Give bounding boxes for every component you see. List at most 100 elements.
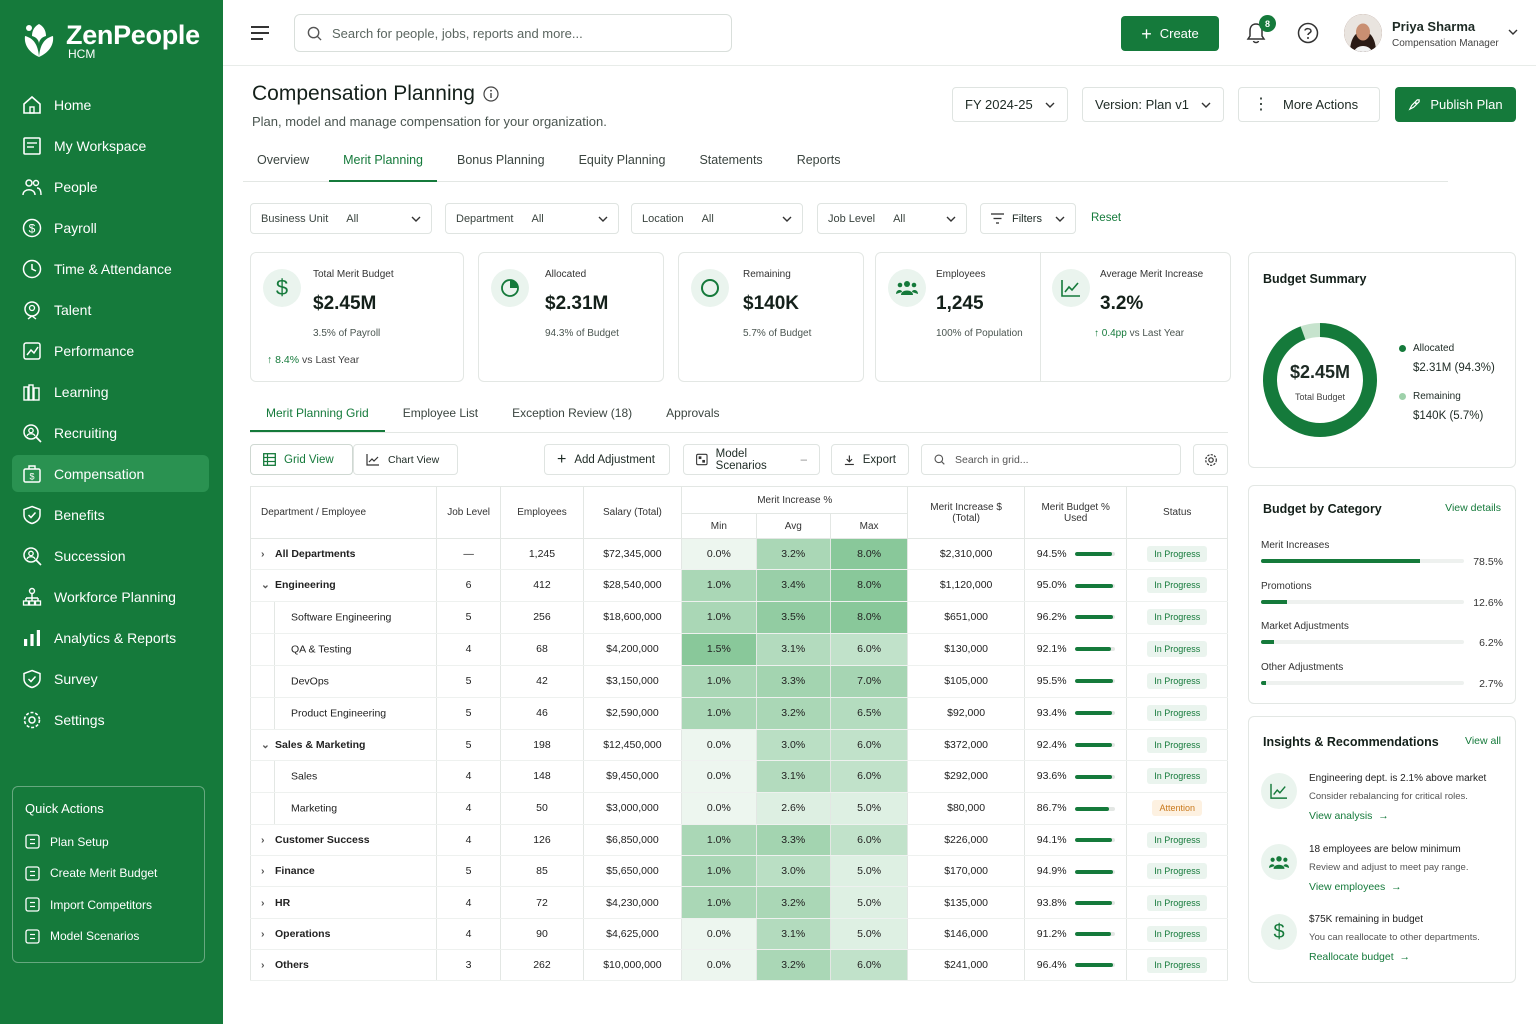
- sidebar-item-survey[interactable]: Survey: [12, 660, 209, 697]
- sidebar-item-succession[interactable]: Succession: [12, 537, 209, 574]
- insight-link[interactable]: View employees →: [1309, 881, 1402, 893]
- grid-search[interactable]: [921, 444, 1181, 475]
- table-row[interactable]: Product Engineering 5 46 $2,590,000 1.0% 3.2%…: [250, 697, 1228, 730]
- col-dept[interactable]: Department / Employee: [250, 486, 437, 539]
- info-icon[interactable]: [483, 86, 499, 102]
- add-adjustment-button[interactable]: + Add Adjustment: [544, 444, 670, 475]
- subtab-employee-list[interactable]: Employee List: [387, 393, 494, 432]
- expand-toggle-icon[interactable]: ›: [261, 865, 275, 877]
- col-level[interactable]: Job Level: [435, 486, 501, 539]
- dollar-icon: $: [263, 269, 301, 307]
- tab-overview[interactable]: Overview: [243, 142, 323, 182]
- col-status[interactable]: Status: [1126, 486, 1228, 539]
- notifications-button[interactable]: 8: [1246, 15, 1276, 47]
- tab-reports[interactable]: Reports: [783, 142, 855, 182]
- reset-link[interactable]: Reset: [1091, 212, 1121, 224]
- table-row[interactable]: › Operations 4 90 $4,625,000 0.0% 3.1% 5.0% $146…: [250, 918, 1228, 951]
- table-row[interactable]: QA & Testing 4 68 $4,200,000 1.5% 3.1% 6.0% $13…: [250, 633, 1228, 666]
- sidebar-item-compensation[interactable]: $ Compensation: [12, 455, 209, 492]
- sidebar-item-my-workspace[interactable]: My Workspace: [12, 127, 209, 164]
- tab-statements[interactable]: Statements: [685, 142, 776, 182]
- insight-link[interactable]: View analysis →: [1309, 810, 1389, 822]
- sidebar-item-analytics-reports[interactable]: Analytics & Reports: [12, 619, 209, 656]
- filter-location[interactable]: Location All: [631, 203, 803, 234]
- model-scenarios-button[interactable]: Model Scenarios –: [683, 444, 820, 475]
- col-min[interactable]: Min: [681, 513, 757, 539]
- grid-search-input[interactable]: [955, 453, 1155, 466]
- table-row[interactable]: › HR 4 72 $4,230,000 1.0% 3.2% 5.0% $135,000 93.8…: [250, 886, 1228, 919]
- table-row[interactable]: › Customer Success 4 126 $6,850,000 1.0% 3.3% 6…: [250, 824, 1228, 857]
- subtab-approvals[interactable]: Approvals: [650, 393, 735, 432]
- publish-plan-button[interactable]: Publish Plan: [1395, 87, 1516, 122]
- expand-toggle-icon[interactable]: ⌄: [261, 739, 275, 751]
- chevron-down-icon[interactable]: [1508, 28, 1518, 36]
- expand-toggle-icon[interactable]: ›: [261, 548, 275, 560]
- insight-link[interactable]: Reallocate budget →: [1309, 951, 1410, 963]
- avatar[interactable]: [1344, 14, 1382, 52]
- sidebar-item-performance[interactable]: Performance: [12, 332, 209, 369]
- table-row[interactable]: ⌄ Sales & Marketing 5 198 $12,450,000 0.0% 3.0…: [250, 729, 1228, 761]
- col-avg[interactable]: Avg: [755, 513, 831, 539]
- table-row[interactable]: Sales 4 148 $9,450,000 0.0% 3.1% 6.0% $292,000 9…: [250, 760, 1228, 793]
- more-actions-button[interactable]: ⋮ More Actions: [1238, 87, 1380, 122]
- quick-action-item[interactable]: Import Competitors: [25, 889, 192, 921]
- filter-business-unit[interactable]: Business Unit All: [250, 203, 432, 234]
- col-salary[interactable]: Salary (Total): [582, 486, 682, 539]
- expand-toggle-icon[interactable]: ›: [261, 928, 275, 940]
- sidebar-item-label: People: [54, 178, 98, 195]
- expand-toggle-icon[interactable]: ⌄: [261, 579, 275, 591]
- col-merit-amt[interactable]: Merit Increase $ (Total): [907, 486, 1025, 539]
- quick-action-item[interactable]: Model Scenarios: [25, 921, 192, 953]
- col-budget-used[interactable]: Merit Budget % Used: [1023, 486, 1127, 539]
- table-row[interactable]: › Others 3 262 $10,000,000 0.0% 3.2% 6.0% $241,0…: [250, 949, 1228, 982]
- expand-toggle-icon[interactable]: ›: [261, 834, 275, 846]
- table-row[interactable]: › Finance 5 85 $5,650,000 1.0% 3.0% 5.0% $170,00…: [250, 855, 1228, 888]
- global-search-input[interactable]: [332, 25, 712, 41]
- create-button[interactable]: + Create: [1121, 16, 1219, 51]
- tab-equity-planning[interactable]: Equity Planning: [565, 142, 680, 182]
- grid-view-button[interactable]: Grid View: [250, 444, 353, 475]
- sidebar-item-people[interactable]: People: [12, 168, 209, 205]
- version-select[interactable]: Version: Plan v1: [1082, 87, 1224, 122]
- grid-settings-button[interactable]: [1193, 444, 1228, 475]
- chart-view-button[interactable]: Chart View: [353, 444, 458, 475]
- col-max[interactable]: Max: [829, 513, 908, 539]
- table-row[interactable]: Marketing 4 50 $3,000,000 0.0% 2.6% 5.0% $80,00…: [250, 792, 1228, 825]
- cell-min: 1.0%: [681, 886, 757, 919]
- expand-toggle-icon[interactable]: ›: [261, 959, 275, 971]
- subtab-exception-review-18-[interactable]: Exception Review (18): [496, 393, 648, 432]
- view-details-link[interactable]: View details: [1445, 502, 1501, 514]
- quick-action-item[interactable]: Create Merit Budget: [25, 858, 192, 890]
- filters-button[interactable]: Filters: [980, 203, 1076, 234]
- expand-toggle-icon[interactable]: ›: [261, 897, 275, 909]
- sidebar-item-home[interactable]: Home: [12, 86, 209, 123]
- export-button[interactable]: Export: [831, 444, 909, 475]
- table-row[interactable]: Software Engineering 5 256 $18,600,000 1.0% 3…: [250, 601, 1228, 634]
- sidebar-item-time-attendance[interactable]: Time & Attendance: [12, 250, 209, 287]
- view-all-link[interactable]: View all: [1465, 735, 1501, 747]
- table-row[interactable]: ⌄ Engineering 6 412 $28,540,000 1.0% 3.4% 8.0% $…: [250, 569, 1228, 602]
- table-row[interactable]: DevOps 5 42 $3,150,000 1.0% 3.3% 7.0% $105,000 9…: [250, 665, 1228, 698]
- sidebar-item-learning[interactable]: Learning: [12, 373, 209, 410]
- sidebar-item-benefits[interactable]: Benefits: [12, 496, 209, 533]
- sidebar-item-recruiting[interactable]: Recruiting: [12, 414, 209, 451]
- tab-merit-planning[interactable]: Merit Planning: [329, 142, 437, 182]
- sidebar-item-payroll[interactable]: $ Payroll: [12, 209, 209, 246]
- filter-job-level[interactable]: Job Level All: [817, 203, 967, 234]
- sidebar-item-settings[interactable]: Settings: [12, 701, 209, 738]
- table-row[interactable]: › All Departments —1,245 $72,345,000 0.0% 3.2…: [250, 538, 1228, 571]
- user-info[interactable]: Priya Sharma Compensation Manager: [1392, 19, 1499, 49]
- sidebar-item-talent[interactable]: Talent: [12, 291, 209, 328]
- menu-icon[interactable]: [251, 25, 271, 41]
- help-icon[interactable]: [1297, 22, 1319, 44]
- brand-logo[interactable]: ZenPeople HCM: [0, 0, 223, 66]
- col-employees[interactable]: Employees: [500, 486, 584, 539]
- quick-action-item[interactable]: Plan Setup: [25, 826, 192, 858]
- sidebar-item-workforce-planning[interactable]: Workforce Planning: [12, 578, 209, 615]
- col-merit-pct[interactable]: Merit Increase %: [681, 486, 908, 514]
- global-search[interactable]: [294, 14, 732, 52]
- fiscal-year-select[interactable]: FY 2024-25: [952, 87, 1068, 122]
- filter-department[interactable]: Department All: [445, 203, 619, 234]
- tab-bonus-planning[interactable]: Bonus Planning: [443, 142, 559, 182]
- subtab-merit-planning-grid[interactable]: Merit Planning Grid: [250, 393, 385, 432]
